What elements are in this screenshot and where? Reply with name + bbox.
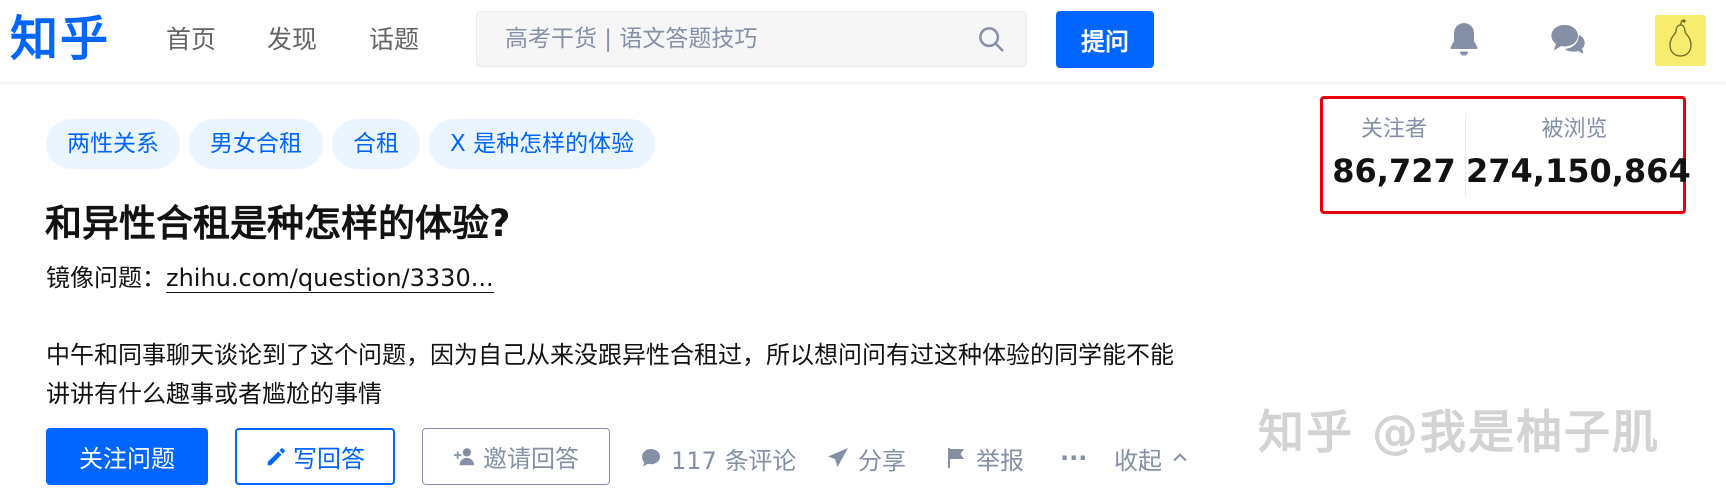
collapse-button[interactable]: 收起 <box>1114 438 1190 478</box>
chevron-up-icon <box>1173 453 1187 462</box>
comment-icon <box>642 449 660 467</box>
followers-count: 86,727 <box>1332 152 1456 190</box>
flag-icon <box>948 448 964 468</box>
zhihu-logo[interactable]: 知乎 <box>10 6 110 72</box>
nav-topics[interactable]: 话题 <box>369 22 419 58</box>
search-input[interactable] <box>477 12 957 66</box>
followers-stat[interactable]: 关注者 86,727 <box>1323 115 1465 193</box>
question-detail: 中午和同事聊天谈论到了这个问题，因为自己从来没跟异性合租过，所以想问问有过这种体… <box>46 341 1174 408</box>
write-answer-button[interactable]: 写回答 <box>235 428 395 485</box>
ask-question-button[interactable]: 提问 <box>1056 11 1154 68</box>
follow-question-button[interactable]: 关注问题 <box>46 428 208 485</box>
invite-answer-button[interactable]: 邀请回答 <box>422 428 610 485</box>
pear-avatar-icon <box>1669 19 1692 57</box>
search-box <box>476 11 1027 67</box>
topic-tag[interactable]: 男女合租 <box>189 119 323 169</box>
paper-plane-icon <box>828 448 848 467</box>
topic-tag[interactable]: 合租 <box>332 119 420 169</box>
invite-answer-label: 邀请回答 <box>483 445 579 473</box>
followers-label: 关注者 <box>1360 117 1427 142</box>
watermark: 知乎 @我是柚子肌 <box>1258 405 1661 459</box>
share-button[interactable]: 分享 <box>826 438 906 478</box>
bell-icon[interactable] <box>1444 19 1484 59</box>
views-label: 被浏览 <box>1541 117 1608 142</box>
top-navigation-bar: 知乎 首页 发现 话题 提问 <box>0 0 1726 82</box>
topic-tag[interactable]: 两性关系 <box>46 119 180 169</box>
views-stat: 被浏览 274,150,864 <box>1466 115 1691 193</box>
report-label: 举报 <box>976 446 1024 475</box>
mirror-link[interactable]: zhihu.com/question/3330... <box>166 264 494 293</box>
views-count: 274,150,864 <box>1466 152 1691 190</box>
more-options-button[interactable]: ··· <box>1060 438 1087 478</box>
nav-discover[interactable]: 发现 <box>267 22 317 58</box>
comments-button[interactable]: 117 条评论 <box>639 438 796 478</box>
question-title: 和异性合租是种怎样的体验? <box>45 202 511 245</box>
comments-count: 117 条评论 <box>671 446 797 475</box>
chat-bubbles-icon[interactable] <box>1548 19 1588 59</box>
mirror-question: 镜像问题：zhihu.com/question/3330... <box>46 260 494 296</box>
report-button[interactable]: 举报 <box>944 438 1024 478</box>
share-label: 分享 <box>858 446 906 475</box>
question-stats-box: 关注者 86,727 被浏览 274,150,864 <box>1320 96 1691 214</box>
pencil-icon <box>267 447 285 465</box>
add-person-icon <box>454 447 475 465</box>
topic-tags: 两性关系 男女合租 合租 X 是种怎样的体验 <box>46 119 656 169</box>
topic-tag[interactable]: X 是种怎样的体验 <box>429 119 656 169</box>
write-answer-label: 写回答 <box>293 445 365 473</box>
nav-home[interactable]: 首页 <box>166 22 216 58</box>
user-avatar[interactable] <box>1655 15 1706 66</box>
search-icon[interactable] <box>976 24 1006 54</box>
collapse-label: 收起 <box>1114 446 1162 475</box>
mirror-label: 镜像问题： <box>46 264 166 292</box>
